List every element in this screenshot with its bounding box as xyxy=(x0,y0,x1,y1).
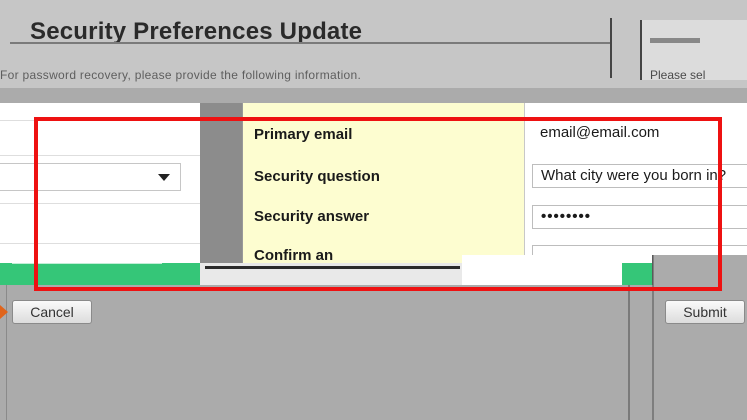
right-panel-text: Please sel xyxy=(650,68,706,82)
highlight-box xyxy=(34,117,722,291)
submit-button[interactable]: Submit xyxy=(665,300,745,324)
bottom-area xyxy=(0,285,628,420)
bottom-divider xyxy=(628,285,630,420)
title-underline xyxy=(10,42,610,44)
page-description: For password recovery, please provide th… xyxy=(0,68,362,82)
pointer-arrow-icon xyxy=(0,305,8,319)
cancel-button[interactable]: Cancel xyxy=(12,300,92,324)
right-panel-bar xyxy=(650,38,700,43)
